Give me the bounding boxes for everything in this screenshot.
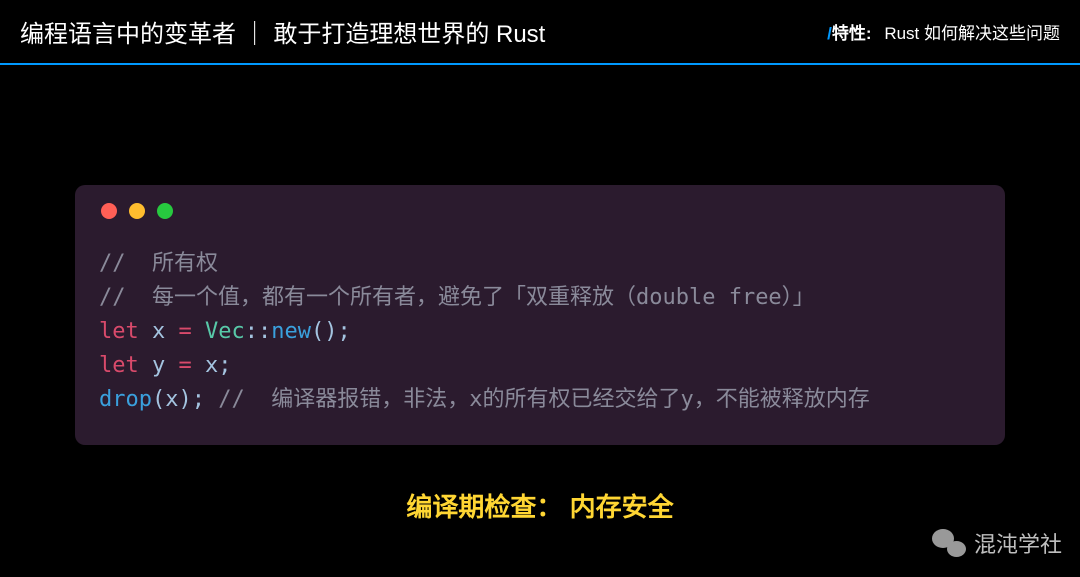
code-operator: =: [179, 353, 192, 378]
slide-title: 编程语言中的变革者 ｜ 敢于打造理想世界的 Rust: [20, 14, 545, 49]
code-function: new: [271, 319, 311, 344]
code-function: drop: [99, 387, 152, 412]
window-traffic-lights: [99, 203, 981, 219]
code-variable: x: [205, 353, 218, 378]
feature-label: 特性:: [832, 24, 872, 43]
code-comment: // 编译器报错，非法，x的所有权已经交给了y，不能被释放内存: [218, 387, 869, 412]
code-punct: ;: [218, 353, 231, 378]
code-punct: (: [152, 387, 165, 412]
slide-header: 编程语言中的变革者 ｜ 敢于打造理想世界的 Rust /特性: Rust 如何解…: [0, 0, 1080, 65]
code-punct: ();: [311, 319, 351, 344]
code-punct: );: [178, 387, 205, 412]
code-punct: ::: [245, 319, 272, 344]
wechat-icon: [932, 529, 966, 557]
code-variable: x: [152, 319, 165, 344]
code-window: // 所有权 // 每一个值，都有一个所有者，避免了「双重释放（double f…: [75, 185, 1005, 445]
code-variable: y: [152, 353, 165, 378]
slide-caption: 编译期检查： 内存安全: [0, 487, 1080, 524]
watermark: 混沌学社: [932, 527, 1062, 559]
code-operator: =: [179, 319, 192, 344]
slide-subtitle: /特性: Rust 如何解决这些问题: [827, 19, 1060, 44]
code-block: // 所有权 // 每一个值，都有一个所有者，避免了「双重释放（double f…: [99, 247, 981, 417]
code-keyword: let: [99, 319, 139, 344]
close-icon: [101, 203, 117, 219]
code-type: Vec: [205, 319, 245, 344]
code-comment: // 所有权: [99, 251, 218, 276]
feature-description: Rust 如何解决这些问题: [884, 24, 1060, 43]
watermark-text: 混沌学社: [974, 527, 1062, 559]
maximize-icon: [157, 203, 173, 219]
minimize-icon: [129, 203, 145, 219]
code-keyword: let: [99, 353, 139, 378]
code-variable: x: [165, 387, 178, 412]
code-comment: // 每一个值，都有一个所有者，避免了「双重释放（double free）」: [99, 285, 815, 310]
